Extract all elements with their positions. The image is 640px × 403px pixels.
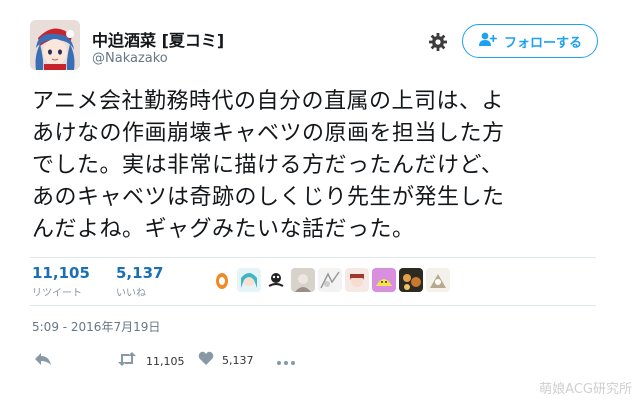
gear-icon[interactable]: [428, 32, 448, 52]
liker-avatar[interactable]: [237, 268, 261, 292]
liker-avatar[interactable]: [345, 268, 369, 292]
retweet-label: リツイート: [32, 288, 82, 299]
add-user-icon: [478, 31, 498, 51]
retweet-action-count: 11,105: [146, 354, 185, 368]
like-button[interactable]: 5,137: [198, 351, 254, 370]
tweet-header: 中迫酒菜 [夏コミ] @Nakazako フォローする: [0, 0, 640, 78]
tweet-line: あのキャベツは奇跡のしくじり先生が発生した: [32, 185, 505, 210]
liker-avatar[interactable]: [372, 268, 396, 292]
watermark: 萌娘ACG研究所: [539, 382, 632, 397]
liker-avatar[interactable]: [318, 268, 342, 292]
reply-button[interactable]: [34, 351, 52, 370]
tweet-line: アニメ会社勤務時代の自分の直属の上司は、よ: [32, 89, 505, 114]
tweet-line: んだよね。ギャグみたいな話だった。: [32, 217, 415, 242]
heart-icon: [198, 351, 214, 370]
like-stat[interactable]: 5,137 いいね: [116, 264, 163, 299]
liker-avatar[interactable]: [426, 268, 450, 292]
divider: [30, 305, 596, 306]
author-display-name[interactable]: 中迫酒菜 [夏コミ]: [92, 27, 224, 51]
tweet-line: でした。実は非常に描ける方だったんだけど、: [32, 153, 504, 178]
retweet-stat[interactable]: 11,105 リツイート: [32, 264, 90, 299]
liker-avatars: [210, 268, 450, 292]
author-handle[interactable]: @Nakazako: [92, 51, 168, 66]
liker-avatar[interactable]: [210, 268, 234, 292]
liker-avatar[interactable]: [399, 268, 423, 292]
divider: [30, 257, 596, 258]
retweet-count: 11,105: [32, 264, 90, 282]
like-count: 5,137: [116, 264, 164, 282]
follow-button-label: フォローする: [503, 35, 582, 51]
more-button[interactable]: [276, 351, 296, 370]
like-label: いいね: [116, 288, 146, 299]
follow-button[interactable]: フォローする: [462, 24, 598, 58]
tweet-text: アニメ会社勤務時代の自分の直属の上司は、よ あけなの作画崩壊キャベツの原画を担当…: [32, 86, 602, 246]
author-avatar[interactable]: [30, 20, 80, 70]
more-icon: [276, 351, 296, 370]
reply-icon: [34, 351, 52, 370]
retweet-button[interactable]: 11,105: [116, 351, 185, 371]
liker-avatar[interactable]: [291, 268, 315, 292]
retweet-icon: [116, 351, 138, 371]
like-action-count: 5,137: [222, 354, 254, 367]
tweet-timestamp[interactable]: 5:09 - 2016年7月19日: [32, 318, 160, 335]
tweet-line: あけなの作画崩壊キャベツの原画を担当した方: [32, 121, 505, 146]
liker-avatar[interactable]: [264, 268, 288, 292]
tweet-actions: 11,105 5,137: [0, 346, 640, 376]
